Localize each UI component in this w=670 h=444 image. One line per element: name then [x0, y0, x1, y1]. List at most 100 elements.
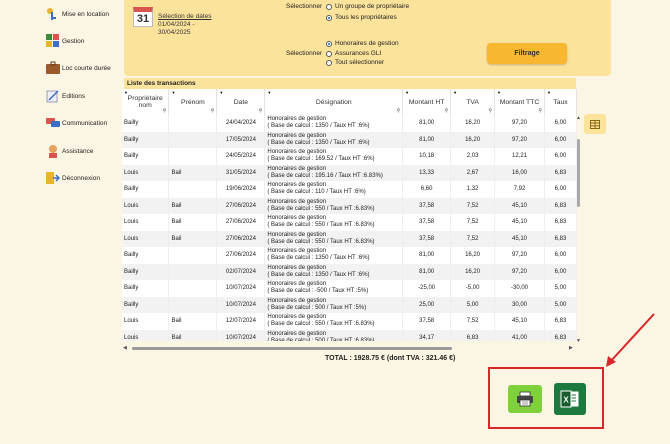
scroll-right-icon[interactable]: ▶ [569, 345, 573, 351]
table-row[interactable]: Bailly 10/07/2024 Honoraires de gestion( B… [122, 296, 577, 313]
sidebar-item-assistance[interactable]: Assistance [46, 143, 93, 159]
panel-toggle-button[interactable] [584, 114, 606, 134]
sidebar-item-communication[interactable]: Communication [46, 115, 107, 131]
table-cell: Bailly [122, 263, 170, 280]
table-cell: 16,20 [450, 115, 496, 132]
column-header[interactable]: ▼ Prénom ⚲ [168, 89, 218, 115]
radio-label: Un groupe de propriétaire [335, 3, 410, 10]
table-cell: Honoraires de gestion( Base de calcul : … [264, 280, 404, 297]
table-cell: 5,00 [544, 280, 577, 297]
table-cell: 7,52 [450, 214, 496, 231]
table-row[interactable]: Bailly 17/05/2024 Honoraires de gestion( B… [122, 131, 577, 148]
table-row[interactable]: Louis Bail 12/07/2024 Honoraires de gestion… [122, 313, 577, 330]
scroll-up-icon[interactable]: ▲ [576, 115, 581, 121]
table-row[interactable]: Bailly 24/04/2024 Honoraires de gestion( B… [122, 115, 577, 132]
briefcase-icon [46, 61, 60, 74]
sidebar-item-deconnexion[interactable]: Déconnexion [46, 170, 100, 186]
table-cell: 10/07/2024 [216, 280, 266, 297]
column-header[interactable]: ▼ Taux [544, 89, 577, 115]
table-cell: Bailly [122, 247, 170, 264]
table-cell: 16,00 [494, 164, 545, 181]
table-row[interactable]: Bailly 19/06/2024 Honoraires de gestion( B… [122, 181, 577, 198]
table-row[interactable]: Bailly 24/05/2024 Honoraires de gestion( B… [122, 148, 577, 165]
column-header[interactable]: ▼ Désignation ⚲ [264, 89, 404, 115]
designation-detail: ( Base de calcul : 550 / Taux HT :6.83%) [267, 222, 375, 229]
table-row[interactable]: Louis Bail 10/07/2024 Honoraires de gestion… [122, 329, 577, 341]
radio-select-all[interactable]: Tout sélectionner [326, 59, 384, 66]
vertical-scrollbar[interactable]: ▲ ▼ [576, 115, 582, 345]
table-cell: 6,83 [544, 214, 577, 231]
scroll-thumb[interactable] [577, 139, 580, 207]
radio-label: Tous les propriétaires [335, 14, 397, 21]
table-cell: -25,00 [402, 280, 452, 297]
sidebar-item-label: Assistance [62, 147, 94, 155]
table-row[interactable]: Bailly 27/06/2024 Honoraires de gestion( B… [122, 247, 577, 264]
table-cell: Louis [122, 230, 170, 247]
table-cell: 6,00 [544, 181, 577, 198]
radio-button[interactable] [326, 50, 332, 57]
excel-export-button[interactable]: X [554, 383, 586, 415]
scroll-thumb[interactable] [132, 347, 452, 350]
table-row[interactable]: Bailly 10/07/2024 Honoraires de gestion( B… [122, 280, 577, 297]
column-header[interactable]: ▼ Montant TTC ⚲ [494, 89, 545, 115]
sidebar-item-label: Editions [62, 92, 86, 100]
sidebar-item-loc-courte-duree[interactable]: Loc courte durée [46, 60, 111, 76]
column-header[interactable]: ▼ Montant HT ⚲ [402, 89, 452, 115]
table-cell: Bailly [122, 131, 170, 148]
table-cell: Bailly [122, 296, 170, 313]
table-cell: 6,83 [544, 164, 577, 181]
table-cell: 24/05/2024 [216, 148, 266, 165]
designation-detail: ( Base de calcul : 1350 / Taux HT :6%) [267, 123, 370, 130]
radio-all-owners[interactable]: Tous les propriétaires [326, 14, 397, 21]
calendar-icon[interactable]: 31 [133, 7, 153, 27]
radio-honoraires[interactable]: Honoraires de gestion [326, 40, 399, 47]
column-header[interactable]: ▼ Propriétaire nom ⚲ [122, 89, 170, 115]
column-header[interactable]: ▼ Date ⚲ [216, 89, 266, 115]
table-row[interactable]: Louis Bail 27/06/2024 Honoraires de gestion… [122, 197, 577, 214]
table-cell: 16,20 [450, 131, 496, 148]
table-cell: 6,83 [544, 197, 577, 214]
designation-title: Honoraires de gestion [267, 281, 327, 288]
horizontal-scrollbar[interactable]: ◀ ▶ [122, 344, 577, 352]
scroll-left-icon[interactable]: ◀ [123, 345, 127, 351]
table-cell: 45,10 [494, 313, 545, 330]
designation-title: Honoraires de gestion [267, 264, 327, 271]
table-cell: 6,83 [544, 230, 577, 247]
print-button[interactable] [508, 385, 542, 413]
table-cell: 27/06/2024 [216, 230, 266, 247]
designation-detail: ( Base de calcul : 169.52 / Taux HT :6%) [267, 156, 375, 163]
table-cell: 25,00 [402, 296, 452, 313]
table-row[interactable]: Louis Bail 27/06/2024 Honoraires de gestion… [122, 230, 577, 247]
transactions-table: ▼ Propriétaire nom ⚲ ▼ Prénom ⚲ ▼ Date ⚲ ▼ Dési… [122, 89, 577, 341]
table-cell: Honoraires de gestion( Base de calcul : … [264, 148, 404, 165]
radio-button[interactable] [326, 14, 332, 21]
table-cell: 7,52 [450, 197, 496, 214]
radio-button[interactable] [326, 59, 332, 66]
table-cell [168, 115, 218, 132]
table-cell: Bail [168, 197, 218, 214]
designation-detail: ( Base de calcul : 550 / Taux HT :6.83%) [267, 238, 375, 245]
table-cell: 16,20 [450, 263, 496, 280]
search-icon: ⚲ [538, 108, 542, 114]
radio-button[interactable] [326, 40, 332, 47]
table-cell: 6,00 [544, 131, 577, 148]
radio-assurances-gli[interactable]: Assurances GLI [326, 50, 381, 57]
date-selection-link[interactable]: Sélection de dates [158, 13, 211, 20]
sidebar-item-label: Déconnexion [62, 174, 100, 182]
table-cell: Honoraires de gestion( Base de calcul : … [264, 296, 404, 313]
table-row[interactable]: Louis Bail 31/05/2024 Honoraires de gestion… [122, 164, 577, 181]
table-cell: Honoraires de gestion( Base de calcul : … [264, 197, 404, 214]
table-cell: Louis [122, 164, 170, 181]
column-header[interactable]: ▼ TVA ⚲ [450, 89, 496, 115]
table-cell: 97,20 [494, 263, 545, 280]
sidebar-item-mise-en-location[interactable]: Mise en location [46, 6, 109, 22]
filter-button[interactable]: Filtrage [487, 43, 567, 64]
radio-button[interactable] [326, 3, 332, 10]
table-cell: Bailly [122, 148, 170, 165]
sidebar-item-editions[interactable]: Editions [46, 88, 85, 104]
table-row[interactable]: Louis Bail 27/06/2024 Honoraires de gestion… [122, 214, 577, 231]
sidebar-item-gestion[interactable]: Gestion [46, 33, 84, 49]
designation-detail: ( Base de calcul : 550 / Taux HT :6.83%) [267, 205, 375, 212]
table-row[interactable]: Bailly 02/07/2024 Honoraires de gestion( B… [122, 263, 577, 280]
radio-owner-group[interactable]: Un groupe de propriétaire [326, 3, 409, 10]
